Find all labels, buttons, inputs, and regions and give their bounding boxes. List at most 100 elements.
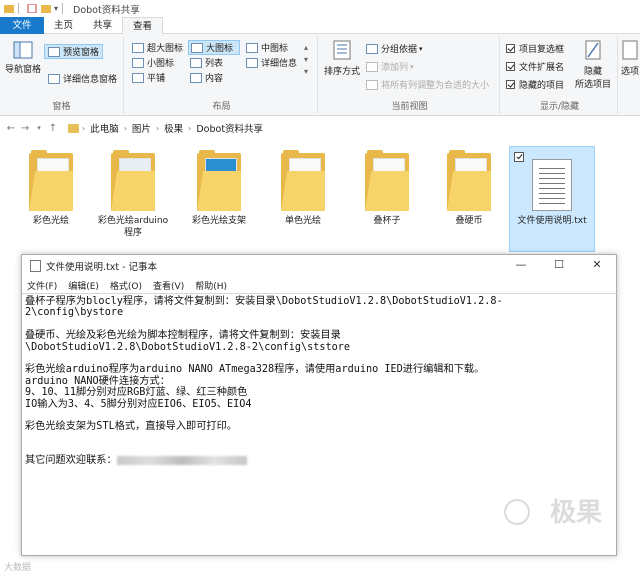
text-line: 9、10、11脚分别对应RGB灯蓝、绿、红三种颜色	[25, 387, 248, 399]
layout-list[interactable]: 列表	[190, 56, 223, 69]
file-name: 彩色光绘arduino 程序	[97, 216, 169, 238]
text-line	[25, 319, 615, 330]
details-pane-label: 详细信息窗格	[63, 75, 118, 85]
folder-icon	[197, 150, 241, 211]
options-icon	[622, 40, 638, 60]
add-column-button[interactable]: 添加列 ▾	[366, 60, 414, 73]
file-item[interactable]: 彩色光绘支架	[178, 147, 260, 227]
breadcrumb-item[interactable]: 此电脑	[90, 121, 119, 135]
tab-file[interactable]: 文件	[0, 17, 44, 34]
notepad-title: 文件使用说明.txt - 记事本	[46, 262, 158, 273]
ribbon: 导航窗格 预览窗格 详细信息窗格 窗格 超大图标 大图标 中图标 小图标 列表 …	[0, 34, 640, 116]
text-line: 彩色光绘支架为STL格式，直接导入即可打印。	[25, 421, 237, 433]
menu-help[interactable]: 帮助(H)	[195, 279, 227, 292]
layout-small-icons[interactable]: 小图标	[132, 56, 174, 69]
folder-icon	[4, 5, 14, 13]
text-line: 叠硬币、光绘及彩色光绘为脚本控制程序，请将文件复制到：安装目录	[25, 330, 341, 342]
file-list: 彩色光绘 彩色光绘arduino 程序 彩色光绘支架 单色光绘 叠杯子 叠硬币 …	[0, 139, 640, 257]
layout-scroll-icon[interactable]: ▴ ▾ ▾	[304, 42, 308, 78]
folder-icon	[29, 150, 73, 211]
file-item[interactable]: 彩色光绘	[10, 147, 92, 227]
text-line	[25, 353, 615, 364]
folder-icon	[281, 150, 325, 211]
menu-file[interactable]: 文件(F)	[27, 279, 57, 292]
file-item[interactable]: 叠杯子	[346, 147, 428, 227]
properties-icon[interactable]	[27, 4, 37, 13]
up-arrow-icon[interactable]: ↑	[46, 123, 60, 134]
text-line	[25, 444, 615, 455]
layout-icon	[132, 57, 144, 68]
menu-view[interactable]: 查看(V)	[153, 279, 184, 292]
layout-label: 内容	[205, 74, 224, 84]
minimize-icon[interactable]: —	[502, 255, 540, 277]
notepad-window[interactable]: 文件使用说明.txt - 记事本 — ☐ ✕ 文件(F) 编辑(E) 格式(O)…	[21, 254, 618, 556]
file-item[interactable]: 叠硬币	[428, 147, 510, 227]
size-columns-icon	[366, 79, 378, 90]
options-button[interactable]: 选项	[620, 40, 640, 77]
item-checkboxes-toggle[interactable]: 项目复选框	[506, 42, 564, 55]
file-item[interactable]: 彩色光绘arduino 程序	[92, 147, 174, 239]
quick-access-dropdown-icon[interactable]: ▾	[54, 4, 58, 13]
forward-arrow-icon[interactable]: →	[18, 123, 32, 134]
ribbon-tabs: 文件 主页 共享 查看	[0, 17, 640, 35]
breadcrumb-item[interactable]: 极果	[164, 121, 183, 135]
preview-pane-label: 预览窗格	[63, 48, 100, 58]
file-name: 彩色光绘	[32, 216, 69, 226]
chevron-down-icon: ▾	[419, 44, 423, 53]
layout-label: 小图标	[147, 59, 175, 69]
nav-pane-button[interactable]: 导航窗格	[4, 40, 42, 75]
preview-pane-button[interactable]: 预览窗格	[44, 44, 104, 59]
breadcrumb-item[interactable]: 图片	[132, 121, 151, 135]
breadcrumb[interactable]: › 此电脑 › 图片 › 极果 › Dobot资料共享	[68, 121, 268, 135]
watermark-logo: 极果	[549, 498, 602, 528]
tab-share[interactable]: 共享	[83, 17, 122, 34]
panes-group: 导航窗格 预览窗格 详细信息窗格 窗格	[0, 36, 124, 114]
layout-icon	[246, 42, 258, 53]
layout-icon	[132, 42, 144, 53]
nav-pane-icon	[13, 41, 33, 59]
layout-label: 详细信息	[261, 59, 298, 69]
group-by-icon	[366, 43, 378, 54]
breadcrumb-item[interactable]: Dobot资料共享	[196, 121, 263, 135]
current-view-group-label: 当前视图	[391, 102, 428, 112]
layout-extra-large-icons[interactable]: 超大图标	[132, 41, 183, 54]
menu-edit[interactable]: 编辑(E)	[68, 279, 99, 292]
redacted-contact	[116, 455, 247, 465]
layout-large-icons[interactable]: 大图标	[188, 40, 241, 55]
layout-icon	[190, 57, 202, 68]
back-arrow-icon[interactable]: ←	[4, 123, 18, 134]
divider	[62, 3, 64, 14]
file-extensions-toggle[interactable]: 文件扩展名	[506, 60, 564, 73]
layout-details[interactable]: 详细信息	[246, 56, 297, 69]
maximize-icon[interactable]: ☐	[540, 255, 578, 277]
layout-content[interactable]: 内容	[190, 71, 223, 84]
hide-selected-label-2: 所选项目	[574, 80, 611, 90]
tab-home[interactable]: 主页	[44, 17, 83, 34]
hide-selected-button[interactable]: 隐藏 所选项目	[572, 40, 614, 90]
watermark-bottom: 大数据	[4, 563, 32, 573]
group-by-label: 分组依据	[381, 45, 418, 55]
file-item-selected[interactable]: 文件使用说明.txt	[509, 146, 595, 252]
close-icon[interactable]: ✕	[578, 255, 616, 277]
layout-icon	[190, 72, 202, 83]
options-label: 选项	[620, 67, 639, 77]
layout-label: 中图标	[261, 44, 289, 54]
size-columns-button[interactable]: 将所有列调整为合适的大小	[366, 78, 489, 91]
add-column-icon	[366, 61, 378, 72]
layout-group: 超大图标 大图标 中图标 小图标 列表 详细信息 平铺 内容 ▴ ▾ ▾ 布局	[126, 36, 318, 114]
layout-medium-icons[interactable]: 中图标	[246, 41, 288, 54]
recent-dropdown-icon[interactable]: ▾	[32, 124, 46, 132]
checkbox-checked-icon	[506, 62, 515, 71]
new-folder-icon[interactable]	[41, 4, 51, 13]
sort-by-button[interactable]: 排序方式	[324, 40, 360, 77]
contact-label: 其它问题欢迎联系：	[25, 455, 117, 467]
item-checkbox-icon[interactable]	[514, 152, 524, 162]
tab-view[interactable]: 查看	[122, 17, 164, 35]
file-item[interactable]: 单色光绘	[262, 147, 344, 227]
menu-format[interactable]: 格式(O)	[110, 279, 142, 292]
nav-pane-label: 导航窗格	[4, 65, 41, 75]
layout-tiles[interactable]: 平铺	[132, 71, 165, 84]
group-by-button[interactable]: 分组依据 ▾	[366, 42, 423, 55]
hidden-items-toggle[interactable]: 隐藏的项目	[506, 78, 564, 91]
details-pane-button[interactable]: 详细信息窗格	[48, 72, 117, 85]
